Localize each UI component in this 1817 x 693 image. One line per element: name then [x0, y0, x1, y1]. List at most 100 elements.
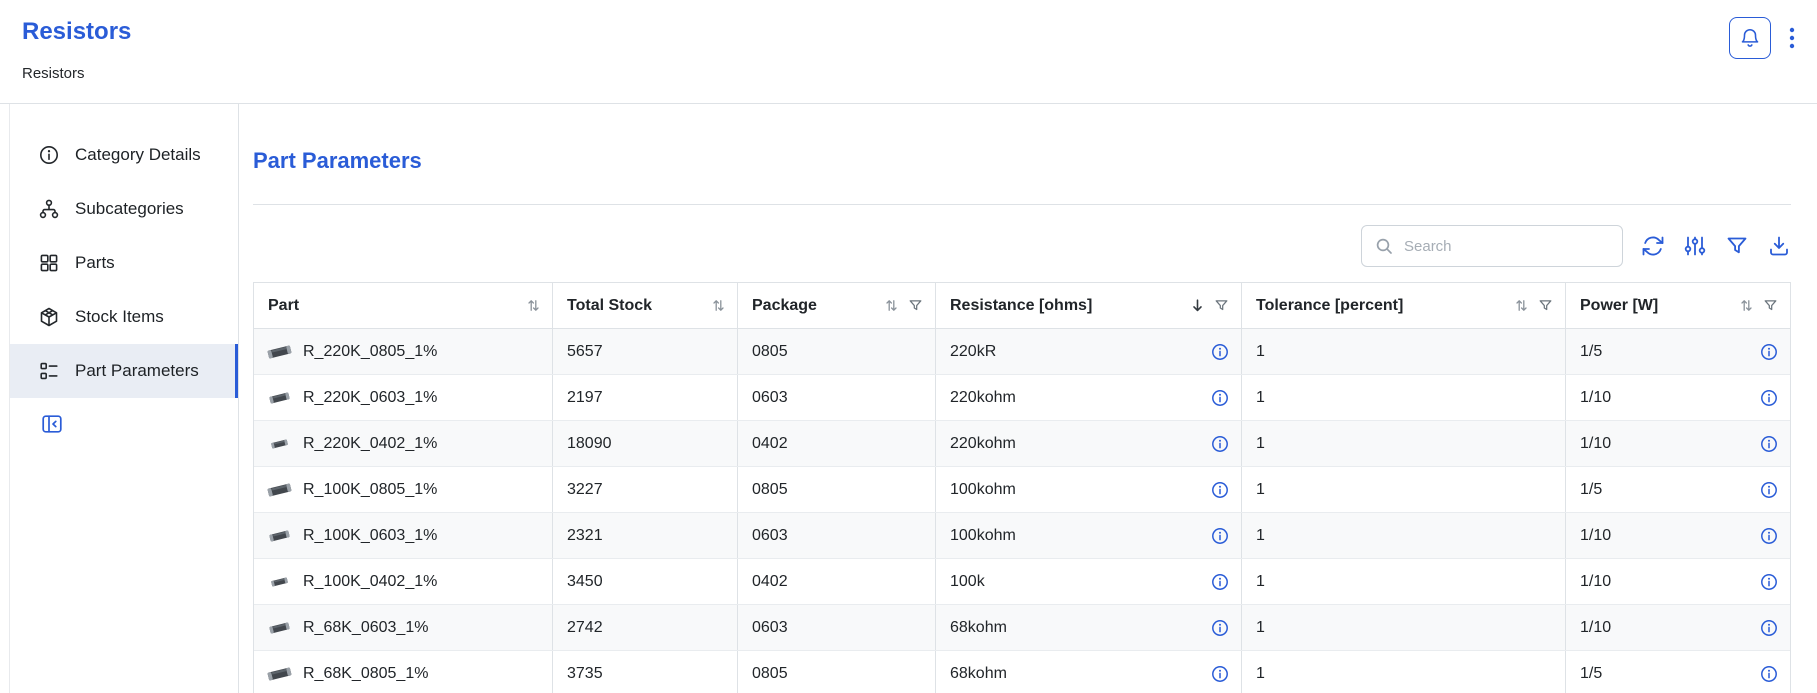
table-row[interactable]: R_220K_0805_1% 5657 0805 220kR 1 1/5 — [254, 329, 1790, 375]
column-filter-icon[interactable] — [908, 298, 923, 313]
column-header[interactable]: Power [W] — [1566, 283, 1790, 328]
cell-part: R_68K_0805_1% — [254, 651, 553, 693]
breadcrumb[interactable]: Resistors — [22, 65, 1817, 82]
sort-icon[interactable] — [527, 298, 540, 313]
cell-text: 0603 — [752, 389, 788, 407]
column-label: Part — [268, 297, 299, 315]
sort-icon[interactable] — [712, 298, 725, 313]
sort-icon[interactable] — [1515, 298, 1528, 313]
notifications-button[interactable] — [1729, 17, 1771, 59]
column-label: Tolerance [percent] — [1256, 297, 1403, 315]
filter-button[interactable] — [1725, 234, 1749, 258]
sidebar-item-subcategories[interactable]: Subcategories — [10, 182, 238, 236]
table-row[interactable]: R_100K_0402_1% 3450 0402 100k 1 1/10 — [254, 559, 1790, 605]
column-filter-icon[interactable] — [1214, 298, 1229, 313]
resistor-chip-icon — [266, 666, 293, 682]
sidebar-collapse-button[interactable] — [40, 412, 64, 436]
cell-package: 0603 — [738, 513, 936, 558]
cell-text: 100kohm — [950, 527, 1016, 545]
info-icon[interactable] — [1760, 343, 1778, 361]
resistor-chip-icon — [266, 436, 293, 452]
search-box[interactable] — [1361, 225, 1623, 267]
refresh-button[interactable] — [1641, 234, 1665, 258]
sliders-icon — [1683, 234, 1707, 258]
cell-tolerance: 1 — [1242, 651, 1566, 693]
cell-total-stock: 2742 — [553, 605, 738, 650]
download-button[interactable] — [1767, 234, 1791, 258]
overflow-menu-button[interactable] — [1783, 22, 1801, 54]
info-icon[interactable] — [1760, 481, 1778, 499]
cell-part: R_220K_0603_1% — [254, 375, 553, 420]
main-panel: Part Parameters — [239, 104, 1817, 693]
info-icon[interactable] — [1760, 435, 1778, 453]
info-icon[interactable] — [1211, 573, 1229, 591]
info-icon[interactable] — [1760, 665, 1778, 683]
info-icon[interactable] — [1211, 435, 1229, 453]
sidebar-item-stock-items[interactable]: Stock Items — [10, 290, 238, 344]
cell-text: 1/10 — [1580, 619, 1611, 637]
cell-power: 1/10 — [1566, 559, 1790, 604]
part-name: R_100K_0603_1% — [303, 527, 437, 545]
info-icon[interactable] — [1211, 389, 1229, 407]
cell-resistance: 220kR — [936, 329, 1242, 374]
cell-text: 3450 — [567, 573, 603, 591]
cell-text: 18090 — [567, 435, 612, 453]
info-icon[interactable] — [1211, 527, 1229, 545]
resistor-chip-icon — [266, 390, 293, 406]
sidebar-item-label: Category Details — [75, 145, 201, 165]
column-filter-icon[interactable] — [1538, 298, 1553, 313]
table-row[interactable]: R_220K_0402_1% 18090 0402 220kohm 1 1/10 — [254, 421, 1790, 467]
column-filter-icon[interactable] — [1763, 298, 1778, 313]
cell-package: 0402 — [738, 421, 936, 466]
sidebar-item-label: Subcategories — [75, 199, 184, 219]
table-row[interactable]: R_68K_0805_1% 3735 0805 68kohm 1 1/5 — [254, 651, 1790, 693]
sort-icon[interactable] — [1191, 298, 1204, 313]
sidebar-item-part-parameters[interactable]: Part Parameters — [10, 344, 238, 398]
cell-tolerance: 1 — [1242, 559, 1566, 604]
cell-text: 1 — [1256, 573, 1265, 591]
resistor-chip-icon — [266, 344, 293, 360]
column-header[interactable]: Part — [254, 283, 553, 328]
cell-total-stock: 2321 — [553, 513, 738, 558]
info-icon[interactable] — [1211, 481, 1229, 499]
column-settings-button[interactable] — [1683, 234, 1707, 258]
cell-package: 0603 — [738, 605, 936, 650]
cell-package: 0402 — [738, 559, 936, 604]
table-toolbar — [253, 225, 1791, 267]
sidebar-item-category-details[interactable]: Category Details — [10, 128, 238, 182]
cell-text: 0805 — [752, 343, 788, 361]
cell-text: 3227 — [567, 481, 603, 499]
cell-total-stock: 3735 — [553, 651, 738, 693]
cell-text: 1/10 — [1580, 389, 1611, 407]
cell-text: 1 — [1256, 343, 1265, 361]
cell-power: 1/10 — [1566, 375, 1790, 420]
hierarchy-icon — [38, 198, 60, 220]
info-icon[interactable] — [1211, 619, 1229, 637]
info-icon[interactable] — [1760, 527, 1778, 545]
sort-icon[interactable] — [1740, 298, 1753, 313]
info-icon[interactable] — [1760, 389, 1778, 407]
table-row[interactable]: R_220K_0603_1% 2197 0603 220kohm 1 1/10 — [254, 375, 1790, 421]
cell-text: 0603 — [752, 527, 788, 545]
column-header[interactable]: Package — [738, 283, 936, 328]
info-icon[interactable] — [1760, 573, 1778, 591]
table-row[interactable]: R_68K_0603_1% 2742 0603 68kohm 1 1/10 — [254, 605, 1790, 651]
cell-text: 1/10 — [1580, 573, 1611, 591]
cell-text: 2321 — [567, 527, 603, 545]
grid-icon — [38, 252, 60, 274]
info-icon[interactable] — [1760, 619, 1778, 637]
cell-text: 1 — [1256, 389, 1265, 407]
table-row[interactable]: R_100K_0603_1% 2321 0603 100kohm 1 1/10 — [254, 513, 1790, 559]
page-header: Resistors Resistors — [0, 0, 1817, 104]
info-icon[interactable] — [1211, 343, 1229, 361]
sort-icon[interactable] — [885, 298, 898, 313]
column-header-icons — [1740, 298, 1778, 313]
sidebar-item-parts[interactable]: Parts — [10, 236, 238, 290]
column-header[interactable]: Total Stock — [553, 283, 738, 328]
info-icon[interactable] — [1211, 665, 1229, 683]
table-row[interactable]: R_100K_0805_1% 3227 0805 100kohm 1 1/5 — [254, 467, 1790, 513]
search-input[interactable] — [1402, 237, 1612, 256]
cell-text: 2197 — [567, 389, 603, 407]
column-header[interactable]: Tolerance [percent] — [1242, 283, 1566, 328]
column-header[interactable]: Resistance [ohms] — [936, 283, 1242, 328]
